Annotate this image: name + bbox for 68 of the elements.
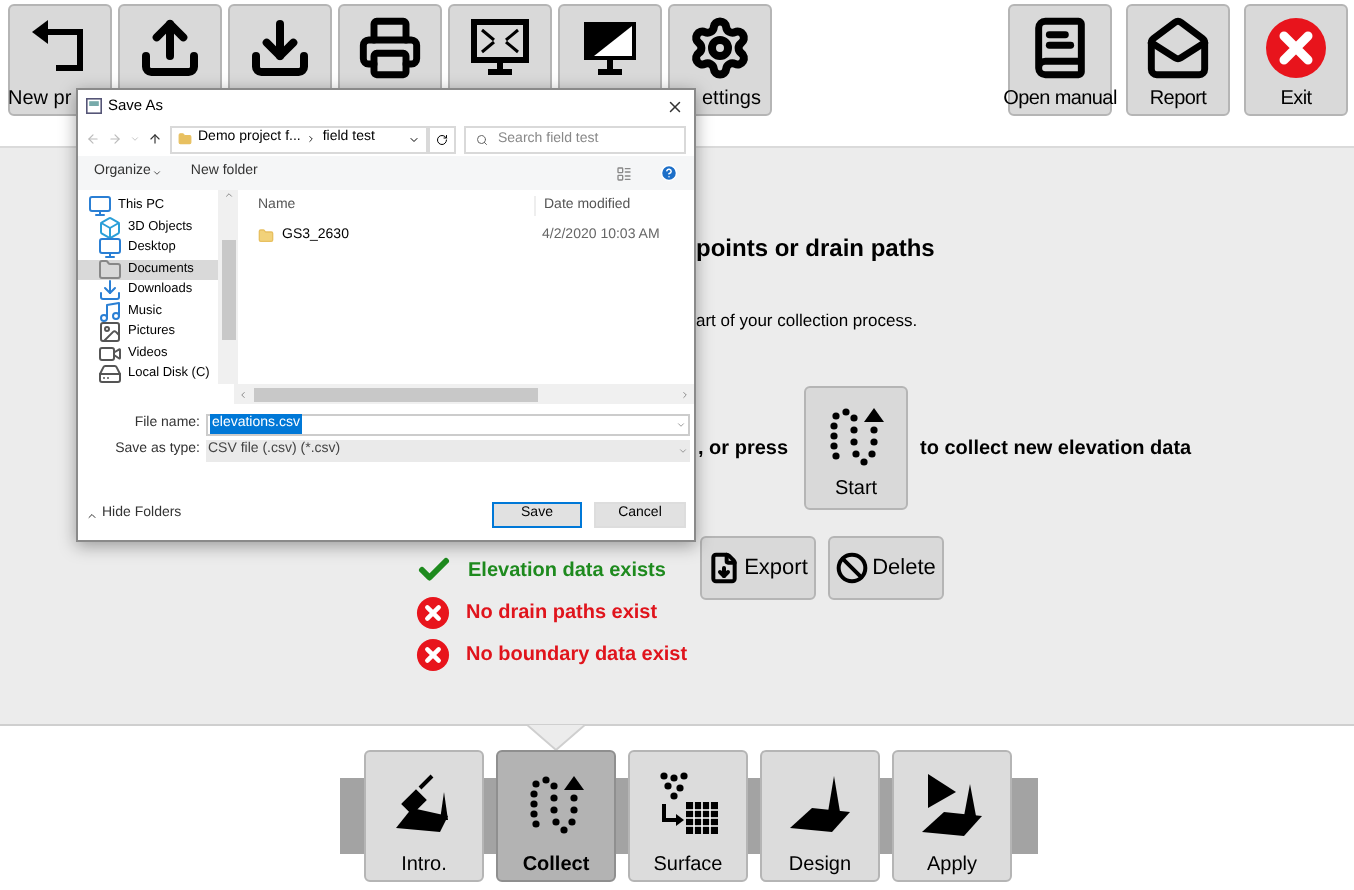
picture-icon [98,320,122,345]
up-icon[interactable] [148,132,162,146]
error-icon [416,638,450,672]
track-segment [340,778,364,854]
refresh-icon [436,133,448,145]
step-tab[interactable]: Design [760,750,880,882]
delete-button[interactable]: Delete [828,536,944,600]
close-icon[interactable] [666,97,684,115]
track-segment [748,778,760,854]
status-text: Elevation data exists [468,557,666,585]
prompt-text: to collect new elevation data [920,435,1192,463]
view-icon[interactable] [616,165,632,181]
download-icon [248,16,312,80]
status-text: No boundary data exist [466,642,688,670]
window-icon [86,98,102,114]
toolbar-button[interactable]: Exit [1244,4,1348,116]
cube-icon [98,215,122,240]
music-note-icon [98,299,122,324]
prohibited-icon [836,552,869,584]
step-tab[interactable]: Apply [892,750,1012,882]
file-export-icon [708,552,741,584]
monitor-icon [468,16,532,80]
close-icon [1264,16,1328,80]
caret-icon [86,509,98,521]
upload-icon [138,16,202,80]
scroll-right-icon[interactable] [680,389,690,399]
refresh-button[interactable] [428,125,456,153]
scrollbar-thumb[interactable] [221,240,235,340]
scroll-up-icon[interactable] [223,190,233,200]
instruction-text: art of your collection process. [696,310,920,330]
video-icon [98,341,122,366]
start-button[interactable]: Start [804,386,909,510]
monitor-icon [578,16,642,80]
search-icon [476,133,488,145]
desktop-icon [98,236,122,261]
error-icon [416,596,450,630]
folder-icon [178,132,192,146]
step-tab[interactable]: Surface [628,750,748,882]
help-icon[interactable] [660,164,678,182]
folder-icon [258,228,274,244]
step-tab[interactable]: Collect [496,750,616,882]
settings-icon [688,16,752,80]
track-segment [484,778,496,854]
toolbar-button[interactable]: Report [1126,4,1230,116]
step-tab[interactable]: Intro. [364,750,484,882]
scroll-left-icon[interactable] [238,389,248,399]
drive-icon [98,362,122,384]
dropdown-caret-icon[interactable] [408,133,420,145]
status-text: No drain paths exist [466,600,658,628]
folder-icon [98,257,122,282]
track-segment [880,778,892,854]
dropdown-caret-icon [678,445,688,455]
scrollbar-thumb[interactable] [254,387,538,401]
computer-icon [88,194,112,219]
download-arrow-icon [98,278,122,303]
toolbar-button[interactable]: ettings [668,4,772,116]
toolbar-button[interactable]: New pr [8,4,112,116]
caret-icon [152,168,163,178]
track-segment [1012,778,1038,854]
dropdown-caret-icon [676,419,686,429]
envelope-icon [1146,16,1210,80]
toolbar-button[interactable]: Open manual [1008,4,1112,116]
separator-icon [306,134,317,144]
printer-icon [358,16,422,80]
export-button[interactable]: Export [700,536,816,600]
section-heading: points or drain paths [696,234,937,262]
prompt-text: , or press [698,435,789,463]
track-segment [616,778,628,854]
